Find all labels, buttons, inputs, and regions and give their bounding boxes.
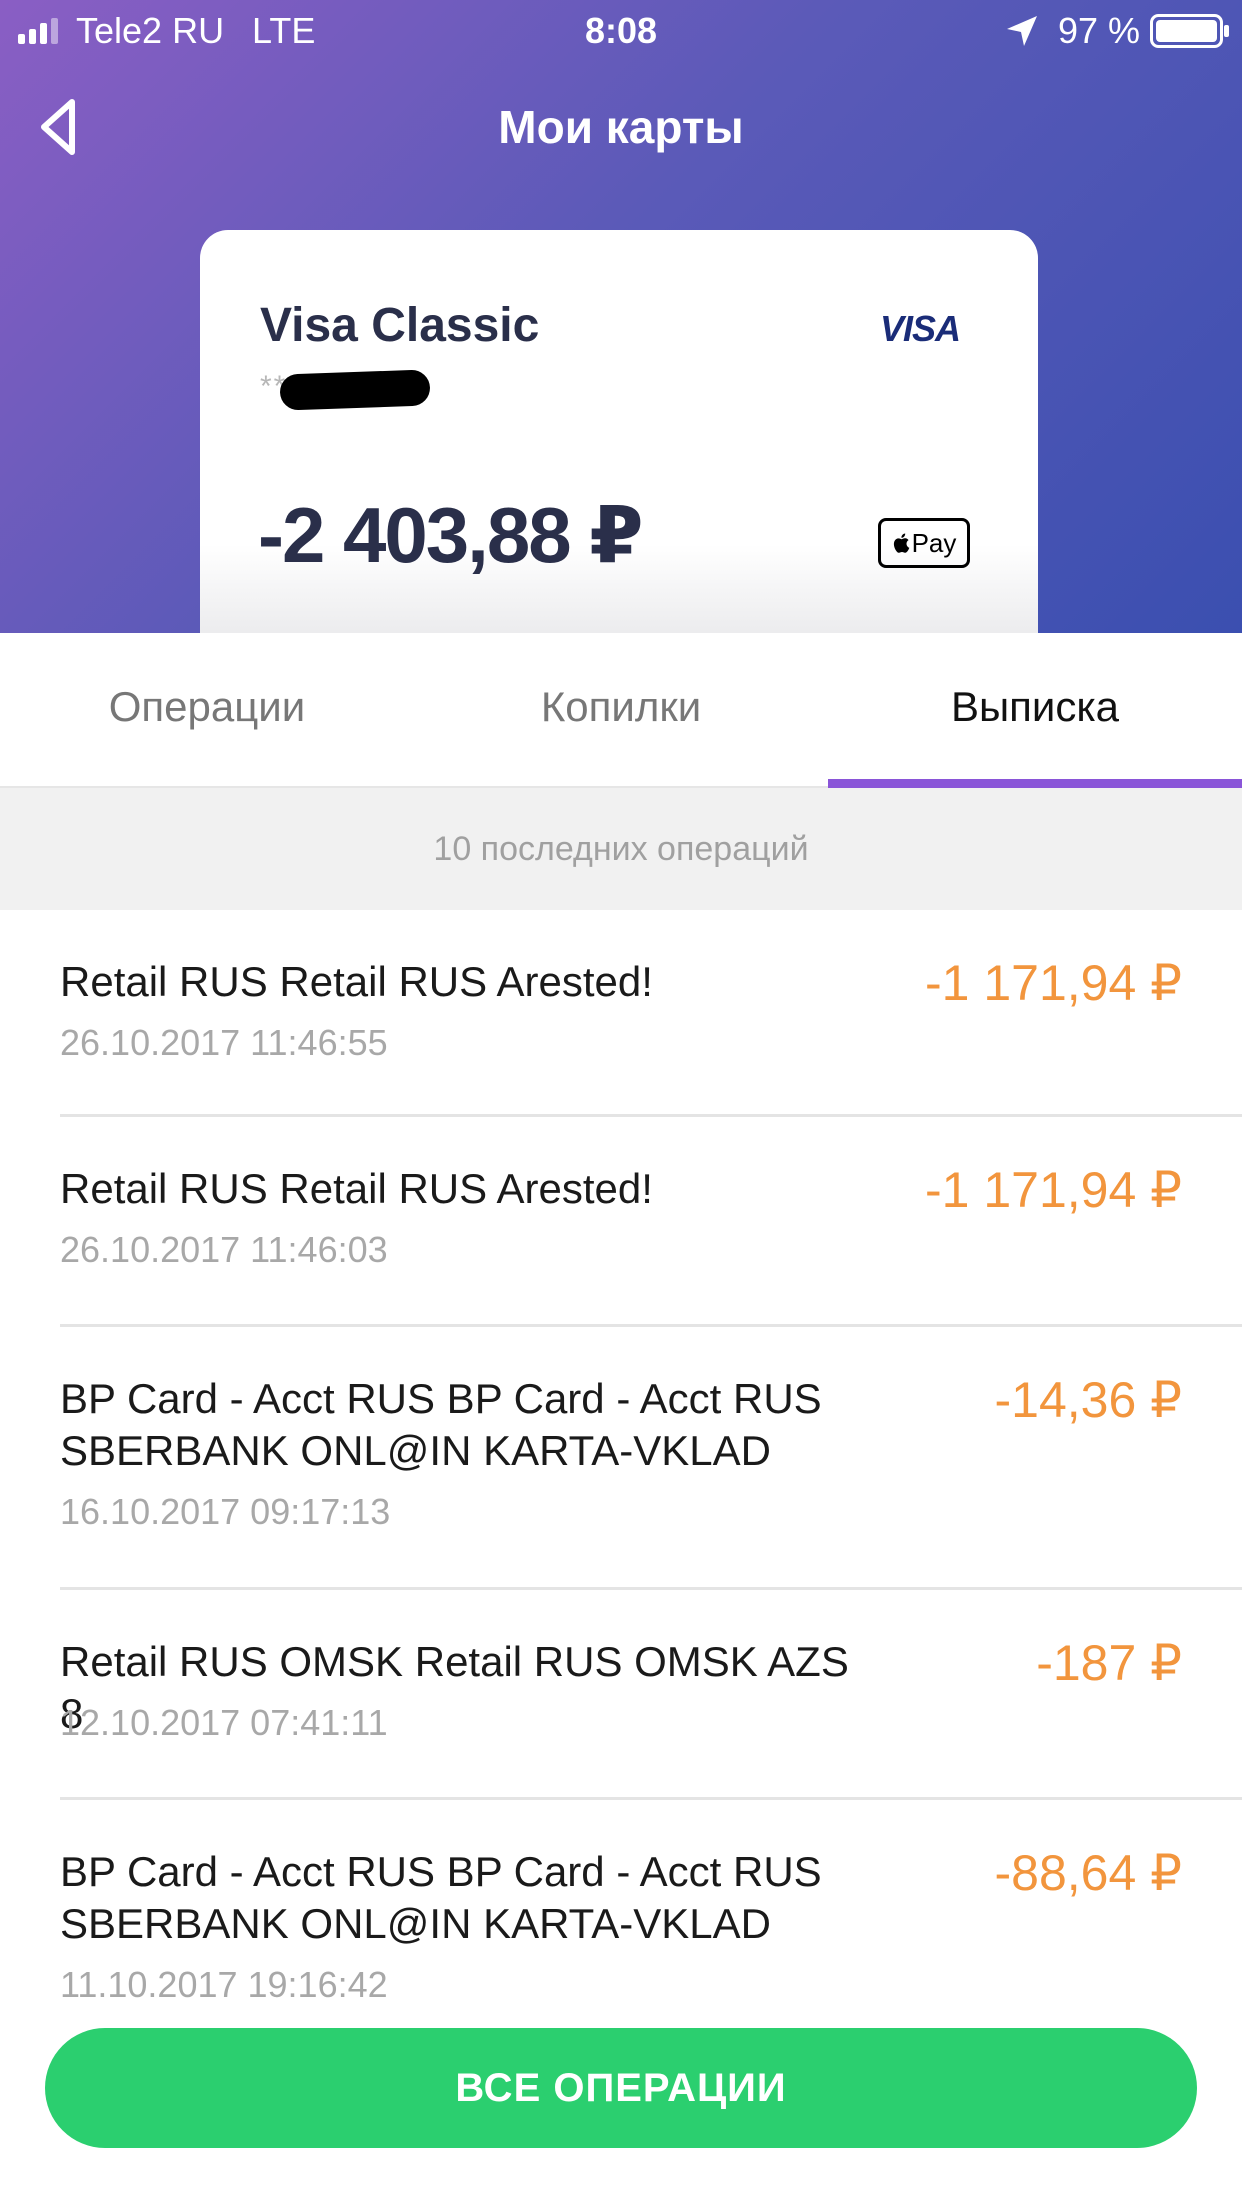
header: Tele2 RU LTE 8:08 97 % Мои карты Visa Cl… [0, 0, 1242, 633]
transaction-description: BP Card - Acct RUS BP Card - Acct RUS SB… [60, 1848, 822, 1947]
active-tab-indicator [828, 779, 1242, 788]
status-bar: Tele2 RU LTE 8:08 97 % [0, 0, 1242, 62]
transaction-amount: -187 ₽ [1036, 1635, 1182, 1691]
transaction-description: BP Card - Acct RUS BP Card - Acct RUS SB… [60, 1375, 822, 1474]
visa-logo-icon: VISA [879, 308, 961, 349]
page-title: Мои карты [498, 101, 744, 153]
transaction-amount: -1 171,94 ₽ [925, 955, 1182, 1011]
transaction-date: 12.10.2017 07:41:11 [60, 1702, 388, 1743]
clock: 8:08 [584, 10, 658, 51]
section-title: 10 последних операций [433, 829, 809, 868]
all-operations-button[interactable]: ВСЕ ОПЕРАЦИИ [45, 2028, 1197, 2148]
redaction-mark [279, 369, 431, 411]
tab-bar: Операции Копилки Выписка [0, 633, 1242, 788]
transaction-row[interactable]: Retail RUS Retail RUS Arested! 26.10.201… [60, 910, 1242, 1117]
transaction-amount: -1 171,94 ₽ [925, 1162, 1182, 1218]
transaction-date: 26.10.2017 11:46:55 [60, 1022, 388, 1063]
apple-pay-icon[interactable]: Pay [878, 518, 970, 568]
transaction-date: 16.10.2017 09:17:13 [60, 1491, 391, 1532]
transaction-date: 11.10.2017 19:16:42 [60, 1964, 388, 2005]
battery-icon [1150, 14, 1229, 48]
apple-pay-label: Pay [911, 527, 957, 558]
section-header: 10 последних операций [0, 788, 1242, 910]
card-balance: -2 403,88 ₽ [258, 491, 644, 579]
transaction-row[interactable]: Retail RUS Retail RUS Arested! 26.10.201… [60, 1117, 1242, 1327]
location-arrow-icon [1007, 16, 1037, 46]
transaction-row[interactable]: BP Card - Acct RUS BP Card - Acct RUS SB… [60, 1327, 1242, 1590]
tab-piggybanks[interactable]: Копилки [414, 683, 828, 731]
battery-percent: 97 % [1058, 10, 1141, 51]
bank-card[interactable]: Visa Classic ** VISA -2 403,88 ₽ Pay [200, 230, 1038, 633]
transaction-amount: -88,64 ₽ [994, 1845, 1182, 1901]
transaction-amount: -14,36 ₽ [994, 1372, 1182, 1428]
tab-operations[interactable]: Операции [0, 683, 414, 731]
tab-statement[interactable]: Выписка [828, 683, 1242, 731]
apple-icon [893, 533, 909, 553]
transaction-row[interactable]: BP Card - Acct RUS BP Card - Acct RUS SB… [60, 1800, 1242, 2050]
card-name: Visa Classic [260, 299, 540, 352]
transaction-list: Retail RUS Retail RUS Arested! 26.10.201… [0, 910, 1242, 2050]
transaction-description: Retail RUS Retail RUS Arested! [60, 1165, 653, 1212]
transaction-row[interactable]: Retail RUS OMSK Retail RUS OMSK AZS 8 12… [60, 1590, 1242, 1800]
transaction-description: Retail RUS Retail RUS Arested! [60, 958, 653, 1005]
transaction-date: 26.10.2017 11:46:03 [60, 1229, 388, 1270]
